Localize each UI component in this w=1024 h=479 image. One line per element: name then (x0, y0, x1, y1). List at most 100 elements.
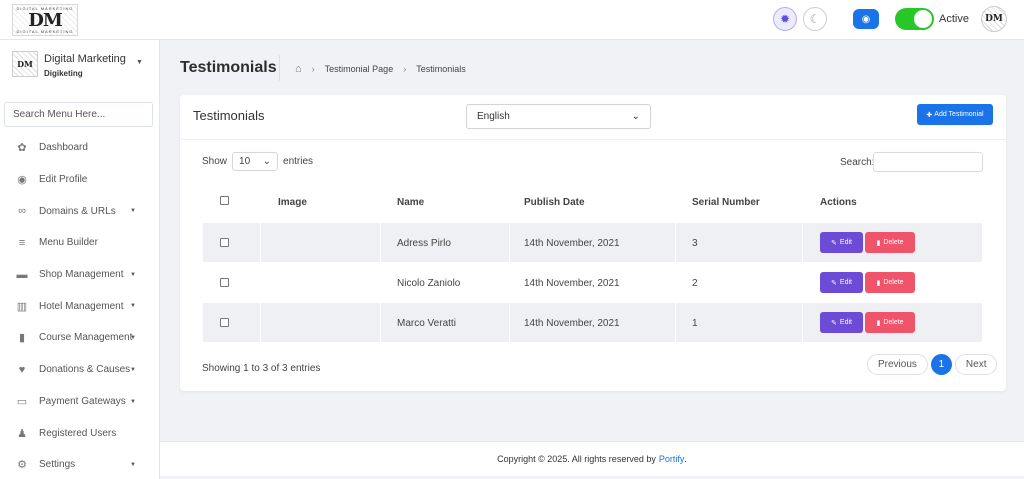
eye-icon: ◉ (861, 13, 871, 25)
select-all-checkbox[interactable] (220, 196, 229, 205)
delete-button[interactable]: ▮ Delete (865, 232, 915, 253)
sidebar-item-label: Edit Profile (39, 174, 88, 186)
gear-icon: ⚙ (17, 459, 27, 472)
sidebar-menu: ✿ Dashboard ◉ Edit Profile ∞ Domains & URLs ▼ ≡… (0, 132, 160, 479)
trash-icon: ▮ (876, 319, 881, 327)
profile-name: Digital Marketing (44, 53, 126, 65)
column-header-publish-date[interactable]: Publish Date (524, 197, 585, 208)
entries-value: 10 (239, 156, 251, 167)
toggle-label: Active (939, 13, 969, 25)
sidebar-item[interactable]: ✿ Dashboard (0, 132, 160, 164)
edit-label: Edit (839, 239, 852, 246)
sidebar-item-label: Shop Management (39, 269, 124, 281)
sidebar-item[interactable]: ◉ Edit Profile (0, 164, 160, 196)
cell-serial-number: 1 (692, 318, 698, 329)
cell-divider (675, 303, 676, 342)
previous-page-button[interactable]: Previous (867, 354, 928, 375)
delete-button[interactable]: ▮ Delete (865, 272, 915, 293)
cell-publish-date: 14th November, 2021 (524, 278, 620, 289)
status-toggle[interactable] (895, 8, 934, 30)
brand-logo[interactable]: DIGITAL MARKETING DM DIGITAL MARKETING (12, 4, 78, 36)
cell-divider (260, 223, 261, 262)
bars-icon: ≡ (18, 236, 26, 249)
table-search-input[interactable] (873, 152, 983, 172)
footer: Copyright © 2025. All rights reserved by… (160, 441, 1024, 476)
edit-button[interactable]: ✎ Edit (820, 232, 863, 253)
sidebar-item-label: Menu Builder (39, 237, 98, 249)
column-header-serial-number[interactable]: Serial Number (692, 197, 760, 208)
sidebar-item-label: Payment Gateways (39, 395, 126, 407)
cell-divider (509, 303, 510, 342)
breadcrumb-item[interactable]: Testimonial Page (325, 64, 394, 74)
edit-button[interactable]: ✎ Edit (820, 272, 863, 293)
edit-button[interactable]: ✎ Edit (820, 312, 863, 333)
sidebar-item[interactable]: ▥ Hotel Management ▼ (0, 290, 160, 322)
trash-icon: ▮ (876, 279, 881, 287)
table-row: Adress Pirlo 14th November, 2021 3 ✎ Edit ▮ De… (203, 223, 982, 262)
column-header-name[interactable]: Name (397, 197, 424, 208)
delete-label: Delete (883, 239, 904, 246)
delete-button[interactable]: ▮ Delete (865, 312, 915, 333)
sidebar-item[interactable]: ≡ Menu Builder (0, 227, 160, 259)
book-icon: ▮ (18, 332, 26, 345)
caret-down-icon: ▼ (136, 59, 143, 66)
user-circle-icon: ◉ (17, 174, 27, 187)
sidebar-item[interactable]: ▭ Payment Gateways ▼ (0, 386, 160, 418)
header-divider (279, 55, 280, 81)
entries-label: entries (283, 156, 314, 167)
cell-divider (380, 223, 381, 262)
table-info: Showing 1 to 3 of 3 entries (202, 363, 321, 374)
trash-icon: ▮ (876, 239, 881, 247)
caret-down-icon: ▼ (130, 398, 136, 405)
sidebar-item[interactable]: ⚙ Settings ▼ (0, 449, 160, 479)
sidebar-profile[interactable]: DM Digital Marketing Digiketing ▼ (12, 51, 152, 83)
theme-dark-button[interactable]: ☾ (803, 7, 827, 31)
cell-serial-number: 2 (692, 278, 698, 289)
user-avatar[interactable]: DM (981, 6, 1007, 32)
sidebar-item[interactable]: ▬ Shop Management ▼ (0, 259, 160, 291)
view-site-button[interactable]: ◉ (853, 9, 879, 29)
moon-icon: ☾ (809, 12, 821, 26)
page-title: Testimonials (180, 59, 277, 76)
home-icon[interactable]: ⌂ (295, 63, 302, 75)
store-icon: ▬ (16, 268, 28, 281)
sun-icon: ✹ (779, 12, 791, 26)
search-label: Search: (840, 157, 875, 168)
row-checkbox[interactable] (220, 278, 229, 287)
sidebar-item[interactable]: ∞ Domains & URLs ▼ (0, 195, 160, 227)
entries-length: Show 10 ⌄ entries (202, 152, 313, 171)
plus-icon: ✚ (926, 111, 933, 119)
card-title: Testimonials (193, 108, 265, 123)
language-select[interactable]: English ⌄ (466, 104, 651, 129)
cell-divider (802, 223, 803, 262)
sidebar-item[interactable]: ▮ Course Management ▼ (0, 322, 160, 354)
logo-caption: DIGITAL MARKETING (16, 6, 74, 11)
column-header-image[interactable]: Image (278, 197, 307, 208)
card-divider (180, 139, 1006, 140)
sidebar-item[interactable]: ♥ Donations & Causes ▼ (0, 354, 160, 386)
cell-publish-date: 14th November, 2021 (524, 318, 620, 329)
add-testimonial-button[interactable]: ✚ Add Testimonial (917, 104, 993, 125)
toggle-knob (914, 10, 932, 28)
caret-down-icon: ▼ (130, 271, 136, 278)
cell-divider (675, 223, 676, 262)
profile-subtitle: Digiketing (44, 69, 83, 78)
footer-link[interactable]: Portify (659, 454, 685, 464)
cell-name: Adress Pirlo (397, 238, 451, 249)
edit-label: Edit (839, 279, 852, 286)
next-page-button[interactable]: Next (954, 354, 998, 375)
sidebar-item[interactable]: ♟ Registered Users (0, 417, 160, 449)
row-checkbox[interactable] (220, 238, 229, 247)
menu-search-input[interactable] (4, 102, 153, 127)
row-checkbox[interactable] (220, 318, 229, 327)
theme-light-button[interactable]: ✹ (773, 7, 797, 31)
cell-publish-date: 14th November, 2021 (524, 238, 620, 249)
current-page-button[interactable]: 1 (930, 354, 952, 375)
sidebar-item-label: Dashboard (39, 142, 88, 154)
top-bar: DIGITAL MARKETING DM DIGITAL MARKETING ✹… (0, 0, 1024, 40)
entries-select[interactable]: 10 ⌄ (232, 152, 279, 171)
chevron-right-icon: › (311, 64, 315, 74)
caret-down-icon: ▼ (130, 366, 136, 373)
logo-mark: DM (28, 9, 63, 31)
caret-down-icon: ▼ (130, 303, 136, 310)
